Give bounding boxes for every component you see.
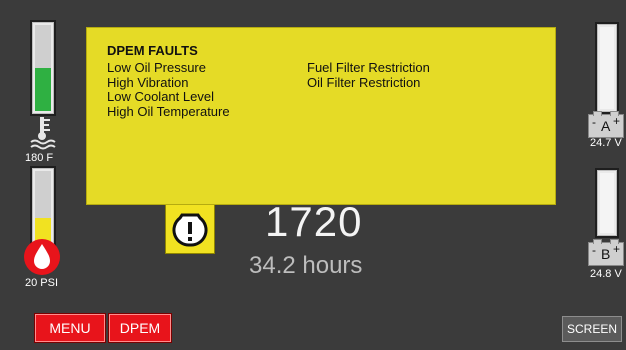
- coolant-temperature-icon: [30, 116, 56, 150]
- faults-title: DPEM FAULTS: [107, 43, 198, 58]
- engine-rpm: 1720: [265, 198, 363, 245]
- engine-warning-icon[interactable]: [165, 204, 215, 254]
- battery-a-voltage: 24.7 V: [590, 137, 622, 149]
- battery-a-icon: - A +: [588, 111, 624, 138]
- dpem-button[interactable]: DPEM: [109, 314, 171, 342]
- battery-b-gauge: [595, 168, 619, 238]
- fault-item: Fuel Filter Restriction: [307, 60, 430, 75]
- battery-a-gauge-fill: [600, 27, 614, 109]
- fault-item: High Vibration: [107, 74, 189, 90]
- coolant-temperature-value: 180 F: [25, 152, 54, 164]
- coolant-level-gauge: [30, 20, 56, 116]
- battery-b-icon: - B +: [588, 239, 624, 266]
- battery-a-gauge: [595, 22, 619, 114]
- faults-right-list: Fuel Filter Restriction Oil Filter Restr…: [307, 60, 430, 90]
- screen-button[interactable]: SCREEN: [562, 316, 622, 342]
- battery-b-letter: B: [601, 246, 611, 262]
- fault-item: Oil Filter Restriction: [307, 74, 421, 90]
- battery-b-plus: +: [612, 242, 620, 256]
- fault-item: High Oil Temperature: [107, 103, 230, 119]
- battery-b-gauge-fill: [600, 173, 614, 233]
- menu-button[interactable]: MENU: [35, 314, 105, 342]
- battery-b-minus: -: [592, 243, 596, 257]
- fault-item: Low Oil Pressure: [107, 60, 206, 75]
- oil-pressure-value: 20 PSI: [25, 277, 59, 289]
- battery-a-minus: -: [592, 115, 596, 129]
- fault-item: Low Coolant Level: [107, 89, 214, 104]
- battery-a-letter: A: [601, 118, 611, 134]
- dpem-faults-panel[interactable]: DPEM FAULTS Low Oil Pressure High Vibrat…: [86, 27, 556, 205]
- battery-a-plus: +: [612, 114, 620, 128]
- coolant-gauge-fill: [35, 68, 51, 111]
- engine-hours: 34.2 hours: [249, 252, 363, 279]
- oil-drop-icon: [23, 238, 61, 276]
- faults-left-list: Low Oil Pressure High Vibration Low Cool…: [107, 60, 230, 119]
- battery-b-voltage: 24.8 V: [590, 268, 622, 280]
